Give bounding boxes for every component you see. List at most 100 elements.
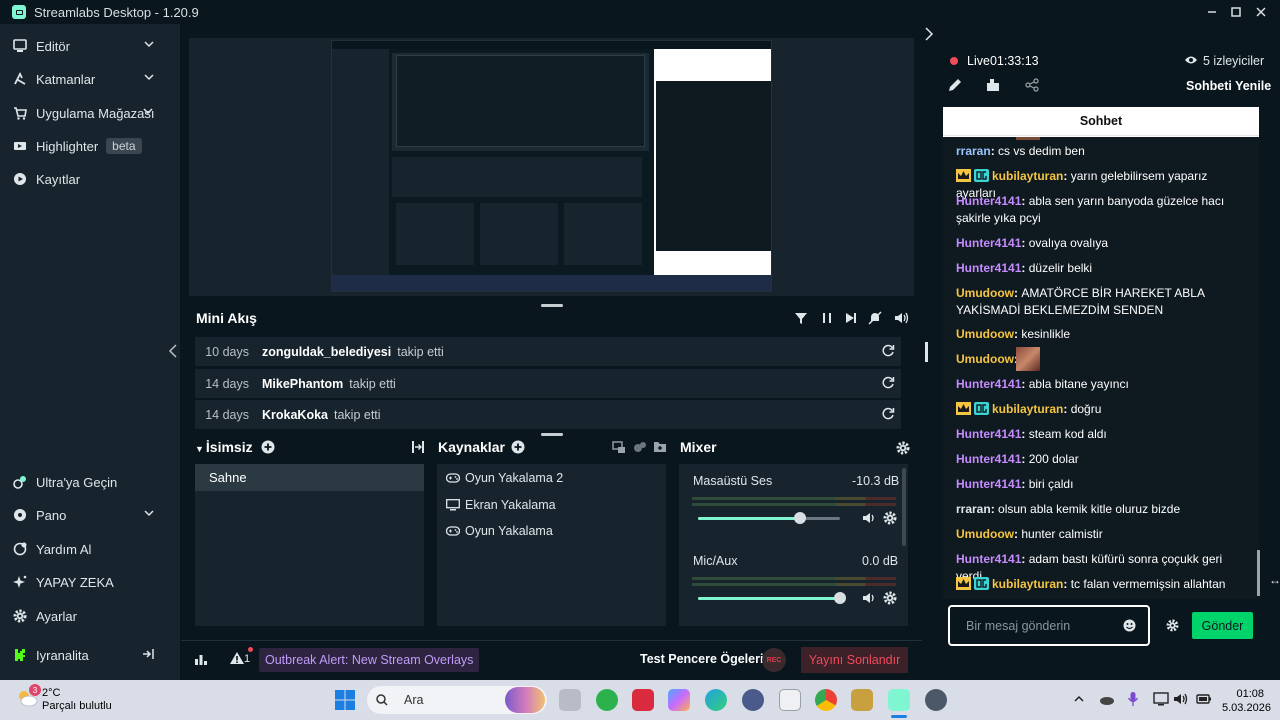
volume-slider[interactable] — [698, 592, 846, 604]
chat-user: rraran — [956, 502, 991, 516]
spotify-icon[interactable] — [596, 689, 618, 711]
source-folder-icon[interactable] — [612, 440, 626, 454]
repeat-alert-icon[interactable] — [881, 376, 895, 390]
streamlabs-taskbar-icon[interactable] — [888, 689, 910, 711]
chrome-icon[interactable] — [815, 689, 837, 711]
repeat-alert-icon[interactable] — [881, 407, 895, 421]
resize-handle[interactable] — [541, 433, 563, 436]
chat-scrollbar[interactable] — [1257, 550, 1260, 596]
performance-stats-icon[interactable] — [194, 652, 208, 666]
source-item[interactable]: Oyun Yakalama — [446, 520, 553, 542]
eye-icon — [1184, 55, 1198, 65]
windows-start-icon[interactable] — [334, 689, 356, 711]
sidebar-item-ultra[interactable]: Ultra'ya Geçin — [0, 467, 180, 497]
sidebar-item-layers[interactable]: Katmanlar — [0, 64, 180, 94]
add-scene-icon[interactable] — [261, 440, 275, 454]
copilot-icon[interactable] — [668, 689, 690, 711]
tray-cloud-icon[interactable] — [1099, 692, 1115, 706]
sidebar-item-ai[interactable]: YAPAY ZEKA — [0, 567, 180, 597]
search-placeholder: Ara — [404, 693, 424, 707]
battery-icon[interactable] — [1196, 692, 1212, 706]
chat-text: hunter calmistir — [1021, 527, 1103, 541]
skip-icon[interactable] — [844, 311, 858, 325]
speaker-icon[interactable] — [862, 591, 876, 605]
sidebar-item-label: Uygulama Mağazası — [36, 105, 155, 121]
chat-settings-icon[interactable] — [1166, 619, 1179, 632]
refresh-chat-button[interactable]: Sohbeti Yenile — [1186, 79, 1271, 93]
collapse-left-icon[interactable] — [168, 344, 178, 358]
volume-tray-icon[interactable] — [1173, 692, 1189, 706]
og-badge-icon — [974, 169, 989, 182]
sidebar-item-store[interactable]: Uygulama Mağazası — [0, 98, 180, 128]
sidebar-item-recordings[interactable]: Kayıtlar — [0, 164, 180, 194]
sidebar-item-label: Ultra'ya Geçin — [36, 474, 118, 490]
test-widgets-button[interactable]: Test Pencere Ögeleri — [640, 652, 763, 666]
task-view-icon[interactable] — [559, 689, 581, 711]
mixer-scrollbar[interactable] — [902, 468, 906, 546]
scroll-handle[interactable] — [925, 342, 928, 362]
scene-collection-title: İsimsiz — [205, 439, 253, 455]
highlighter-icon — [12, 138, 28, 154]
collapse-chat-icon[interactable] — [924, 27, 934, 41]
group-sources-icon[interactable] — [633, 440, 647, 454]
sidebar-item-label: Yardım Al — [36, 541, 92, 557]
feed-row: 14 days KrokaKoka takip etti — [195, 400, 901, 429]
mute-alerts-icon[interactable] — [868, 311, 882, 325]
volume-slider-knob[interactable] — [794, 512, 806, 524]
volume-icon[interactable] — [894, 311, 910, 325]
crown-badge-icon — [956, 577, 971, 590]
add-folder-icon[interactable] — [653, 440, 667, 454]
app-red-icon[interactable] — [632, 689, 654, 711]
chat-text: cs vs dedim ben — [998, 144, 1085, 158]
repeat-alert-icon[interactable] — [881, 344, 895, 358]
emoji-icon[interactable] — [1123, 619, 1136, 632]
pause-icon[interactable] — [820, 311, 834, 325]
sidebar-item-highlighter[interactable]: Highlighter beta — [0, 131, 180, 161]
volume-slider-knob[interactable] — [834, 592, 846, 604]
tray-chevron-up-icon[interactable] — [1073, 693, 1085, 705]
league-icon[interactable] — [851, 689, 873, 711]
app-blue-icon[interactable] — [742, 689, 764, 711]
minimize-button[interactable] — [1201, 2, 1223, 22]
taskbar-clock[interactable]: 01:08 5.03.2026 — [1222, 687, 1271, 715]
sidebar-item-account[interactable]: Iyranalita — [0, 640, 180, 670]
volume-slider[interactable] — [698, 512, 840, 524]
share-icon[interactable] — [1025, 78, 1039, 92]
scene-transitions-icon[interactable] — [411, 440, 425, 454]
resize-handle[interactable] — [541, 304, 563, 307]
end-stream-button[interactable]: Yayını Sonlandır — [801, 647, 908, 673]
sidebar-item-settings[interactable]: Ayarlar — [0, 601, 180, 631]
speaker-icon[interactable] — [862, 511, 876, 525]
audio-settings-icon[interactable] — [883, 511, 897, 525]
chat-message: Hunter4141: biri çaldı — [956, 477, 1074, 491]
sidebar-item-editor[interactable]: Editör — [0, 31, 180, 61]
stream-info-icon[interactable] — [986, 78, 1000, 92]
notifications-icon[interactable] — [229, 651, 245, 665]
sidebar-item-dashboard[interactable]: Pano — [0, 500, 180, 530]
source-item[interactable]: Ekran Yakalama — [446, 494, 556, 516]
filter-icon[interactable] — [794, 311, 808, 325]
audio-settings-icon[interactable] — [883, 591, 897, 605]
edit-stream-info-icon[interactable] — [948, 78, 962, 92]
maximize-button[interactable] — [1225, 2, 1247, 22]
cropped-emote — [1016, 137, 1040, 140]
source-item[interactable]: Oyun Yakalama 2 — [446, 467, 563, 489]
record-button[interactable]: REC — [762, 648, 786, 672]
crown-badge-icon — [956, 169, 971, 182]
send-button[interactable]: Gönder — [1192, 612, 1253, 639]
chat-message-input[interactable]: Bir mesaj gönderin — [948, 605, 1150, 646]
store-app-icon[interactable] — [779, 689, 801, 711]
mixer-settings-icon[interactable] — [896, 441, 910, 455]
network-icon[interactable] — [1153, 692, 1169, 706]
crown-badge-icon — [956, 402, 971, 415]
microphone-icon[interactable] — [1127, 691, 1139, 707]
scene-item[interactable]: Sahne — [195, 464, 424, 491]
scenes-header[interactable]: ▼ İsimsiz — [195, 439, 253, 455]
settings-app-icon[interactable] — [925, 689, 947, 711]
close-button[interactable] — [1250, 2, 1272, 22]
add-source-icon[interactable] — [511, 440, 525, 454]
sidebar-item-help[interactable]: Yardım Al — [0, 534, 180, 564]
alert-banner[interactable]: Outbreak Alert: New Stream Overlays — [259, 648, 480, 672]
logout-icon[interactable] — [142, 648, 154, 660]
edge-icon[interactable] — [705, 689, 727, 711]
